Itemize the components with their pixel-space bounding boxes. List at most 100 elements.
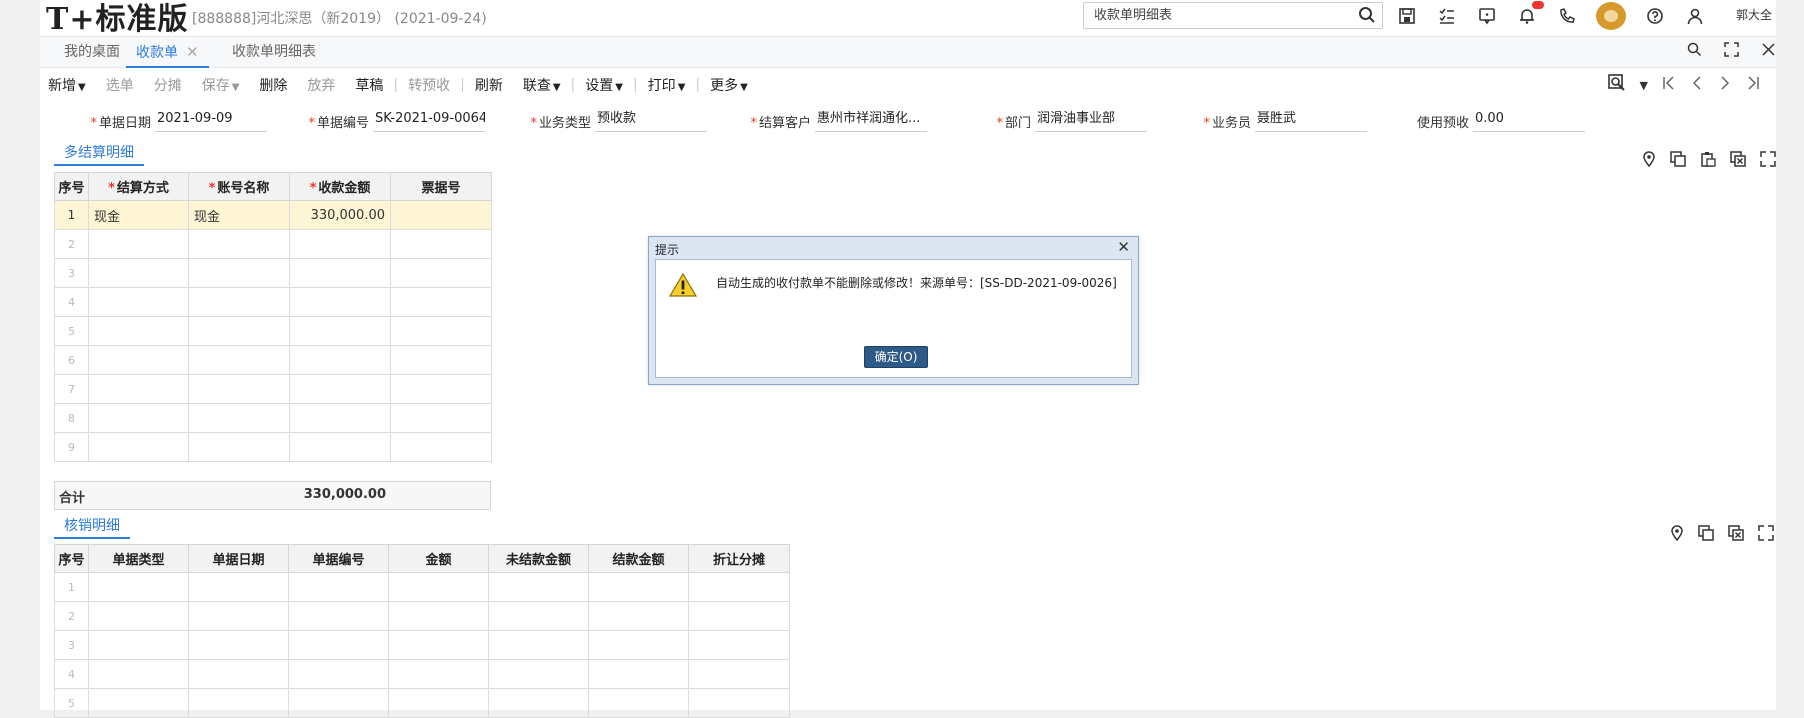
phone-icon[interactable] [1556,5,1578,27]
table-cell[interactable] [688,659,790,689]
close-all-icon[interactable] [1761,42,1776,61]
table-cell[interactable] [390,432,492,462]
print-button[interactable]: 打印 ▼ [648,75,686,95]
settlement-method-cell[interactable]: 现金 [88,200,189,230]
table-cell[interactable] [88,659,189,689]
table-cell[interactable] [488,630,589,660]
table-cell[interactable] [289,316,391,346]
global-search-input[interactable]: 收款单明细表 [1083,2,1383,29]
table-cell[interactable] [188,229,290,259]
table-cell[interactable] [588,659,689,689]
delete-row-icon[interactable] [1730,151,1746,171]
table-cell[interactable] [288,659,389,689]
biztype-field[interactable]: * 业务类型 预收款 [530,108,707,134]
settings-button[interactable]: 设置 ▼ [585,75,623,95]
table-cell[interactable] [88,316,189,346]
location-icon[interactable] [1642,151,1656,171]
username[interactable]: 郭大全 [1736,6,1772,23]
table-cell[interactable] [188,572,289,602]
tab-receipt-detail[interactable]: 收款单明细表 [232,37,316,68]
table-cell[interactable] [188,287,290,317]
writeoff-section-title[interactable]: 核销明细 [54,515,130,539]
table-cell[interactable] [289,258,391,288]
table-cell[interactable] [188,601,289,631]
table-cell[interactable] [289,403,391,433]
last-record-icon[interactable] [1746,75,1760,95]
date-field[interactable]: * 单据日期 2021-09-09 [90,108,267,134]
convert-prepay-button[interactable]: 转预收 [408,75,450,95]
refresh-button[interactable]: 刷新 [475,75,503,95]
table-cell[interactable] [88,403,189,433]
table-row[interactable]: 1 现金 现金 330,000.00 [54,200,492,230]
table-cell[interactable] [88,287,189,317]
table-cell[interactable] [388,630,489,660]
table-cell[interactable] [188,630,289,660]
bell-icon[interactable] [1516,1,1544,27]
table-cell[interactable] [88,345,189,375]
table-cell[interactable] [288,572,389,602]
fullscreen-icon[interactable] [1724,42,1739,61]
table-cell[interactable] [588,601,689,631]
table-row[interactable]: 3 [54,258,492,288]
table-cell[interactable] [388,659,489,689]
table-cell[interactable] [88,572,189,602]
first-record-icon[interactable] [1662,75,1676,95]
table-cell[interactable] [388,688,489,718]
table-cell[interactable] [488,659,589,689]
table-cell[interactable] [188,659,289,689]
table-cell[interactable] [88,688,189,718]
table-cell[interactable] [289,287,391,317]
todo-list-icon[interactable] [1436,5,1458,27]
table-cell[interactable] [88,374,189,404]
close-icon[interactable]: ✕ [186,43,199,61]
table-row[interactable]: 2 [54,229,492,259]
location-icon[interactable] [1670,525,1684,545]
tab-receipt[interactable]: 收款单 ✕ [126,37,209,68]
table-cell[interactable] [390,229,492,259]
help-icon[interactable] [1644,5,1666,27]
table-row[interactable]: 6 [54,345,492,375]
close-icon[interactable]: ✕ [1117,238,1130,256]
copy-row-icon[interactable] [1698,525,1714,545]
table-row[interactable]: 1 [54,572,790,602]
message-icon[interactable] [1476,5,1498,27]
search-doc-icon[interactable] [1607,74,1626,96]
amount-cell[interactable]: 330,000.00 [289,200,391,230]
chevron-down-icon[interactable]: ▼ [1640,79,1648,92]
clerk-field[interactable]: * 业务员 聂胜武 [1203,108,1367,134]
table-cell[interactable] [288,630,389,660]
abandon-button[interactable]: 放弃 [307,75,335,95]
table-cell[interactable] [188,432,290,462]
save-icon[interactable] [1396,5,1418,27]
dept-field[interactable]: * 部门 润滑油事业部 [996,108,1147,134]
select-button[interactable]: 选单 [106,75,134,95]
table-row[interactable]: 5 [54,316,492,346]
customer-field[interactable]: * 结算客户 惠州市祥润通化... [750,108,927,134]
table-cell[interactable] [390,287,492,317]
table-cell[interactable] [88,229,189,259]
table-cell[interactable] [390,403,492,433]
table-cell[interactable] [88,630,189,660]
next-record-icon[interactable] [1718,75,1732,95]
link-query-button[interactable]: 联查 ▼ [523,75,561,95]
table-cell[interactable] [289,432,391,462]
table-cell[interactable] [488,572,589,602]
delete-button[interactable]: 删除 [259,75,287,95]
table-cell[interactable] [88,432,189,462]
table-row[interactable]: 2 [54,601,790,631]
table-cell[interactable] [188,688,289,718]
table-cell[interactable] [488,688,589,718]
code-field[interactable]: * 单据编号 SK-2021-09-0064 [308,108,485,134]
table-cell[interactable] [388,601,489,631]
more-button[interactable]: 更多 ▼ [710,75,748,95]
table-cell[interactable] [188,316,290,346]
split-button[interactable]: 分摊 [154,75,182,95]
table-row[interactable]: 4 [54,287,492,317]
settlement-section-title[interactable]: 多结算明细 [54,142,144,166]
prev-record-icon[interactable] [1690,75,1704,95]
new-button[interactable]: 新增 ▼ [48,75,86,95]
table-cell[interactable] [188,258,290,288]
copy-row-icon[interactable] [1670,151,1686,171]
table-cell[interactable] [88,258,189,288]
table-row[interactable]: 7 [54,374,492,404]
